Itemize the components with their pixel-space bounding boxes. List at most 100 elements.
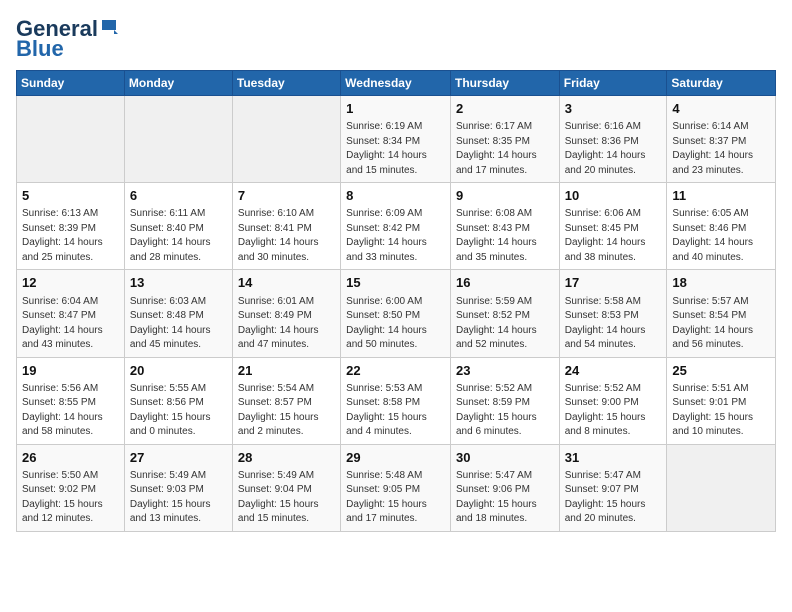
calendar-cell: 19 Sunrise: 5:56 AM Sunset: 8:55 PM Dayli…: [17, 357, 125, 444]
col-header-saturday: Saturday: [667, 71, 776, 96]
calendar-cell: [124, 96, 232, 183]
day-number: 30: [456, 449, 554, 467]
calendar-cell: 2Sunrise: 6:17 AM Sunset: 8:35 PM Daylig…: [450, 96, 559, 183]
day-number: 13: [130, 274, 227, 292]
calendar-cell: 28 Sunrise: 5:49 AM Sunset: 9:04 PM Dayli…: [232, 444, 340, 531]
calendar-cell: [17, 96, 125, 183]
cell-content: Sunrise: 5:48 AM Sunset: 9:05 PM Dayligh…: [346, 469, 445, 527]
cell-content: Sunrise: 5:47 AM Sunset: 9:06 PM Dayligh…: [456, 469, 554, 527]
calendar-cell: 14 Sunrise: 6:01 AM Sunset: 8:49 PM Dayli…: [232, 270, 340, 357]
cell-content: Sunrise: 6:19 AM Sunset: 8:34 PM Dayligh…: [346, 120, 445, 178]
header-row: SundayMondayTuesdayWednesdayThursdayFrid…: [17, 71, 776, 96]
calendar-cell: [667, 444, 776, 531]
cell-content: Sunrise: 5:49 AM Sunset: 9:03 PM Dayligh…: [130, 469, 227, 527]
cell-content: Sunrise: 5:59 AM Sunset: 8:52 PM Dayligh…: [456, 295, 554, 353]
day-number: 26: [22, 449, 119, 467]
cell-content: Sunrise: 5:50 AM Sunset: 9:02 PM Dayligh…: [22, 469, 119, 527]
calendar-cell: [232, 96, 340, 183]
calendar-cell: 20 Sunrise: 5:55 AM Sunset: 8:56 PM Dayli…: [124, 357, 232, 444]
day-number: 28: [238, 449, 335, 467]
day-number: 14: [238, 274, 335, 292]
day-number: 3: [565, 100, 662, 118]
cell-content: Sunrise: 5:49 AM Sunset: 9:04 PM Dayligh…: [238, 469, 335, 527]
day-number: 25: [672, 362, 770, 380]
cell-content: Sunrise: 6:06 AM Sunset: 8:45 PM Dayligh…: [565, 207, 662, 265]
cell-content: Sunrise: 5:52 AM Sunset: 9:00 PM Dayligh…: [565, 382, 662, 440]
day-number: 19: [22, 362, 119, 380]
day-number: 21: [238, 362, 335, 380]
calendar-cell: 11 Sunrise: 6:05 AM Sunset: 8:46 PM Dayli…: [667, 183, 776, 270]
cell-content: Sunrise: 5:55 AM Sunset: 8:56 PM Dayligh…: [130, 382, 227, 440]
cell-content: Sunrise: 5:57 AM Sunset: 8:54 PM Dayligh…: [672, 295, 770, 353]
calendar-cell: 9Sunrise: 6:08 AM Sunset: 8:43 PM Daylig…: [450, 183, 559, 270]
cell-content: Sunrise: 6:04 AM Sunset: 8:47 PM Dayligh…: [22, 295, 119, 353]
calendar-cell: 30 Sunrise: 5:47 AM Sunset: 9:06 PM Dayli…: [450, 444, 559, 531]
calendar-cell: 6 Sunrise: 6:11 AM Sunset: 8:40 PM Daylig…: [124, 183, 232, 270]
week-row-1: 1 Sunrise: 6:19 AM Sunset: 8:34 PM Daylig…: [17, 96, 776, 183]
calendar-cell: 1 Sunrise: 6:19 AM Sunset: 8:34 PM Daylig…: [341, 96, 451, 183]
calendar-cell: 13 Sunrise: 6:03 AM Sunset: 8:48 PM Dayli…: [124, 270, 232, 357]
day-number: 7: [238, 187, 335, 205]
calendar-cell: 31 Sunrise: 5:47 AM Sunset: 9:07 PM Dayli…: [559, 444, 667, 531]
cell-content: Sunrise: 5:53 AM Sunset: 8:58 PM Dayligh…: [346, 382, 445, 440]
logo: General Blue: [16, 16, 118, 62]
calendar-cell: 25 Sunrise: 5:51 AM Sunset: 9:01 PM Dayli…: [667, 357, 776, 444]
col-header-sunday: Sunday: [17, 71, 125, 96]
calendar-cell: 27Sunrise: 5:49 AM Sunset: 9:03 PM Dayli…: [124, 444, 232, 531]
cell-content: Sunrise: 6:01 AM Sunset: 8:49 PM Dayligh…: [238, 295, 335, 353]
cell-content: Sunrise: 6:17 AM Sunset: 8:35 PM Dayligh…: [456, 120, 554, 178]
cell-content: Sunrise: 5:56 AM Sunset: 8:55 PM Dayligh…: [22, 382, 119, 440]
header-area: General Blue: [16, 16, 776, 62]
week-row-4: 19 Sunrise: 5:56 AM Sunset: 8:55 PM Dayli…: [17, 357, 776, 444]
day-number: 5: [22, 187, 119, 205]
day-number: 24: [565, 362, 662, 380]
day-number: 6: [130, 187, 227, 205]
calendar-cell: 18 Sunrise: 5:57 AM Sunset: 8:54 PM Dayli…: [667, 270, 776, 357]
calendar-cell: 10 Sunrise: 6:06 AM Sunset: 8:45 PM Dayli…: [559, 183, 667, 270]
calendar-header: SundayMondayTuesdayWednesdayThursdayFrid…: [17, 71, 776, 96]
cell-content: Sunrise: 6:03 AM Sunset: 8:48 PM Dayligh…: [130, 295, 227, 353]
day-number: 17: [565, 274, 662, 292]
day-number: 20: [130, 362, 227, 380]
cell-content: Sunrise: 5:54 AM Sunset: 8:57 PM Dayligh…: [238, 382, 335, 440]
day-number: 18: [672, 274, 770, 292]
day-number: 1: [346, 100, 445, 118]
col-header-friday: Friday: [559, 71, 667, 96]
calendar-table: SundayMondayTuesdayWednesdayThursdayFrid…: [16, 70, 776, 532]
calendar-body: 1 Sunrise: 6:19 AM Sunset: 8:34 PM Daylig…: [17, 96, 776, 532]
day-number: 31: [565, 449, 662, 467]
calendar-cell: 12Sunrise: 6:04 AM Sunset: 8:47 PM Dayli…: [17, 270, 125, 357]
day-number: 11: [672, 187, 770, 205]
calendar-cell: 5Sunrise: 6:13 AM Sunset: 8:39 PM Daylig…: [17, 183, 125, 270]
cell-content: Sunrise: 5:58 AM Sunset: 8:53 PM Dayligh…: [565, 295, 662, 353]
cell-content: Sunrise: 6:09 AM Sunset: 8:42 PM Dayligh…: [346, 207, 445, 265]
day-number: 4: [672, 100, 770, 118]
calendar-cell: 21 Sunrise: 5:54 AM Sunset: 8:57 PM Dayli…: [232, 357, 340, 444]
calendar-cell: 26 Sunrise: 5:50 AM Sunset: 9:02 PM Dayli…: [17, 444, 125, 531]
calendar-cell: 4Sunrise: 6:14 AM Sunset: 8:37 PM Daylig…: [667, 96, 776, 183]
day-number: 29: [346, 449, 445, 467]
cell-content: Sunrise: 6:05 AM Sunset: 8:46 PM Dayligh…: [672, 207, 770, 265]
cell-content: Sunrise: 6:10 AM Sunset: 8:41 PM Dayligh…: [238, 207, 335, 265]
calendar-cell: 23 Sunrise: 5:52 AM Sunset: 8:59 PM Dayli…: [450, 357, 559, 444]
cell-content: Sunrise: 6:11 AM Sunset: 8:40 PM Dayligh…: [130, 207, 227, 265]
logo-flag-icon: [100, 18, 118, 36]
calendar-cell: 7 Sunrise: 6:10 AM Sunset: 8:41 PM Daylig…: [232, 183, 340, 270]
calendar-cell: 22Sunrise: 5:53 AM Sunset: 8:58 PM Dayli…: [341, 357, 451, 444]
day-number: 23: [456, 362, 554, 380]
calendar-cell: 17 Sunrise: 5:58 AM Sunset: 8:53 PM Dayli…: [559, 270, 667, 357]
col-header-monday: Monday: [124, 71, 232, 96]
calendar-cell: 29 Sunrise: 5:48 AM Sunset: 9:05 PM Dayli…: [341, 444, 451, 531]
calendar-cell: 16Sunrise: 5:59 AM Sunset: 8:52 PM Dayli…: [450, 270, 559, 357]
calendar-cell: 8Sunrise: 6:09 AM Sunset: 8:42 PM Daylig…: [341, 183, 451, 270]
calendar-cell: 24 Sunrise: 5:52 AM Sunset: 9:00 PM Dayli…: [559, 357, 667, 444]
calendar-cell: 3Sunrise: 6:16 AM Sunset: 8:36 PM Daylig…: [559, 96, 667, 183]
day-number: 9: [456, 187, 554, 205]
cell-content: Sunrise: 5:52 AM Sunset: 8:59 PM Dayligh…: [456, 382, 554, 440]
day-number: 10: [565, 187, 662, 205]
cell-content: Sunrise: 5:51 AM Sunset: 9:01 PM Dayligh…: [672, 382, 770, 440]
week-row-5: 26 Sunrise: 5:50 AM Sunset: 9:02 PM Dayli…: [17, 444, 776, 531]
cell-content: Sunrise: 6:00 AM Sunset: 8:50 PM Dayligh…: [346, 295, 445, 353]
cell-content: Sunrise: 5:47 AM Sunset: 9:07 PM Dayligh…: [565, 469, 662, 527]
week-row-2: 5Sunrise: 6:13 AM Sunset: 8:39 PM Daylig…: [17, 183, 776, 270]
